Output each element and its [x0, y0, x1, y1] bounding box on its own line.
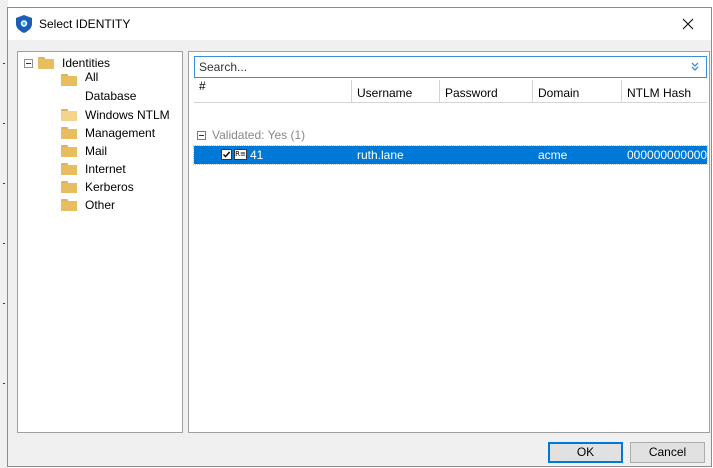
search-box [194, 56, 707, 78]
folder-icon [38, 57, 54, 69]
identity-card-icon: R≡ [234, 149, 247, 160]
select-identity-dialog: Select IDENTITY Identities All Database … [7, 7, 712, 467]
tree-item-kerberos[interactable]: Kerberos [61, 178, 136, 196]
tree-item-windows-ntlm[interactable]: Windows NTLM [61, 106, 172, 124]
column-header-username[interactable]: Username [352, 80, 440, 102]
tree-item-management[interactable]: Management [61, 124, 157, 142]
column-header-ntlm-hash[interactable]: NTLM Hash [622, 80, 707, 102]
folder-icon [61, 74, 77, 86]
grid-header: # Username Password Domain NTLM Hash [194, 80, 707, 103]
tree-item-label: Windows NTLM [85, 108, 170, 122]
collapse-icon[interactable] [197, 130, 206, 140]
column-header-password[interactable]: Password [440, 80, 533, 102]
group-label: Validated: Yes (1) [212, 128, 306, 142]
folder-icon [61, 163, 77, 175]
close-button[interactable] [665, 8, 711, 40]
table-row[interactable]: R≡ 41 ruth.lane acme 000000000000... [193, 145, 708, 165]
identity-category-tree: Identities All Database Windows NTLM Man… [17, 51, 183, 433]
tree-item-label: Other [85, 198, 116, 212]
folder-icon [61, 145, 77, 157]
cell-id: 41 [250, 148, 264, 162]
tree-item-label: Kerberos [85, 180, 134, 194]
tree-item-other[interactable]: Other [61, 196, 117, 214]
row-checkbox[interactable] [221, 149, 232, 160]
shield-icon [16, 15, 32, 33]
tree-item-database[interactable]: Database [61, 87, 138, 105]
tree-item-mail[interactable]: Mail [61, 142, 109, 160]
folder-icon [61, 181, 77, 193]
dialog-title: Select IDENTITY [39, 17, 131, 31]
title-bar: Select IDENTITY [8, 8, 711, 40]
identity-grid-panel: # Username Password Domain NTLM Hash Val… [188, 51, 710, 433]
cancel-button[interactable]: Cancel [630, 442, 705, 463]
collapse-icon[interactable] [24, 58, 33, 68]
ok-button[interactable]: OK [548, 442, 623, 463]
cell-password [445, 146, 530, 164]
folder-icon [61, 127, 77, 139]
tree-item-label: Mail [85, 144, 108, 158]
tree-item-internet[interactable]: Internet [61, 160, 128, 178]
cell-username: ruth.lane [357, 148, 404, 162]
chevron-double-down-icon[interactable] [688, 60, 702, 74]
column-header-number[interactable]: # [194, 80, 352, 102]
tree-item-label: Database [85, 89, 137, 103]
cell-ntlm-hash: 000000000000... [627, 148, 707, 162]
tree-item-label: Internet [85, 162, 126, 176]
folder-icon [61, 199, 77, 211]
tree-item-label: All [85, 70, 99, 84]
cell-domain: acme [538, 148, 568, 162]
search-input[interactable] [195, 57, 683, 77]
tree-item-label: Management [85, 126, 156, 140]
group-row-validated[interactable]: Validated: Yes (1) [194, 126, 707, 144]
close-icon [682, 18, 694, 30]
column-header-domain[interactable]: Domain [533, 80, 622, 102]
folder-open-icon [61, 109, 77, 121]
